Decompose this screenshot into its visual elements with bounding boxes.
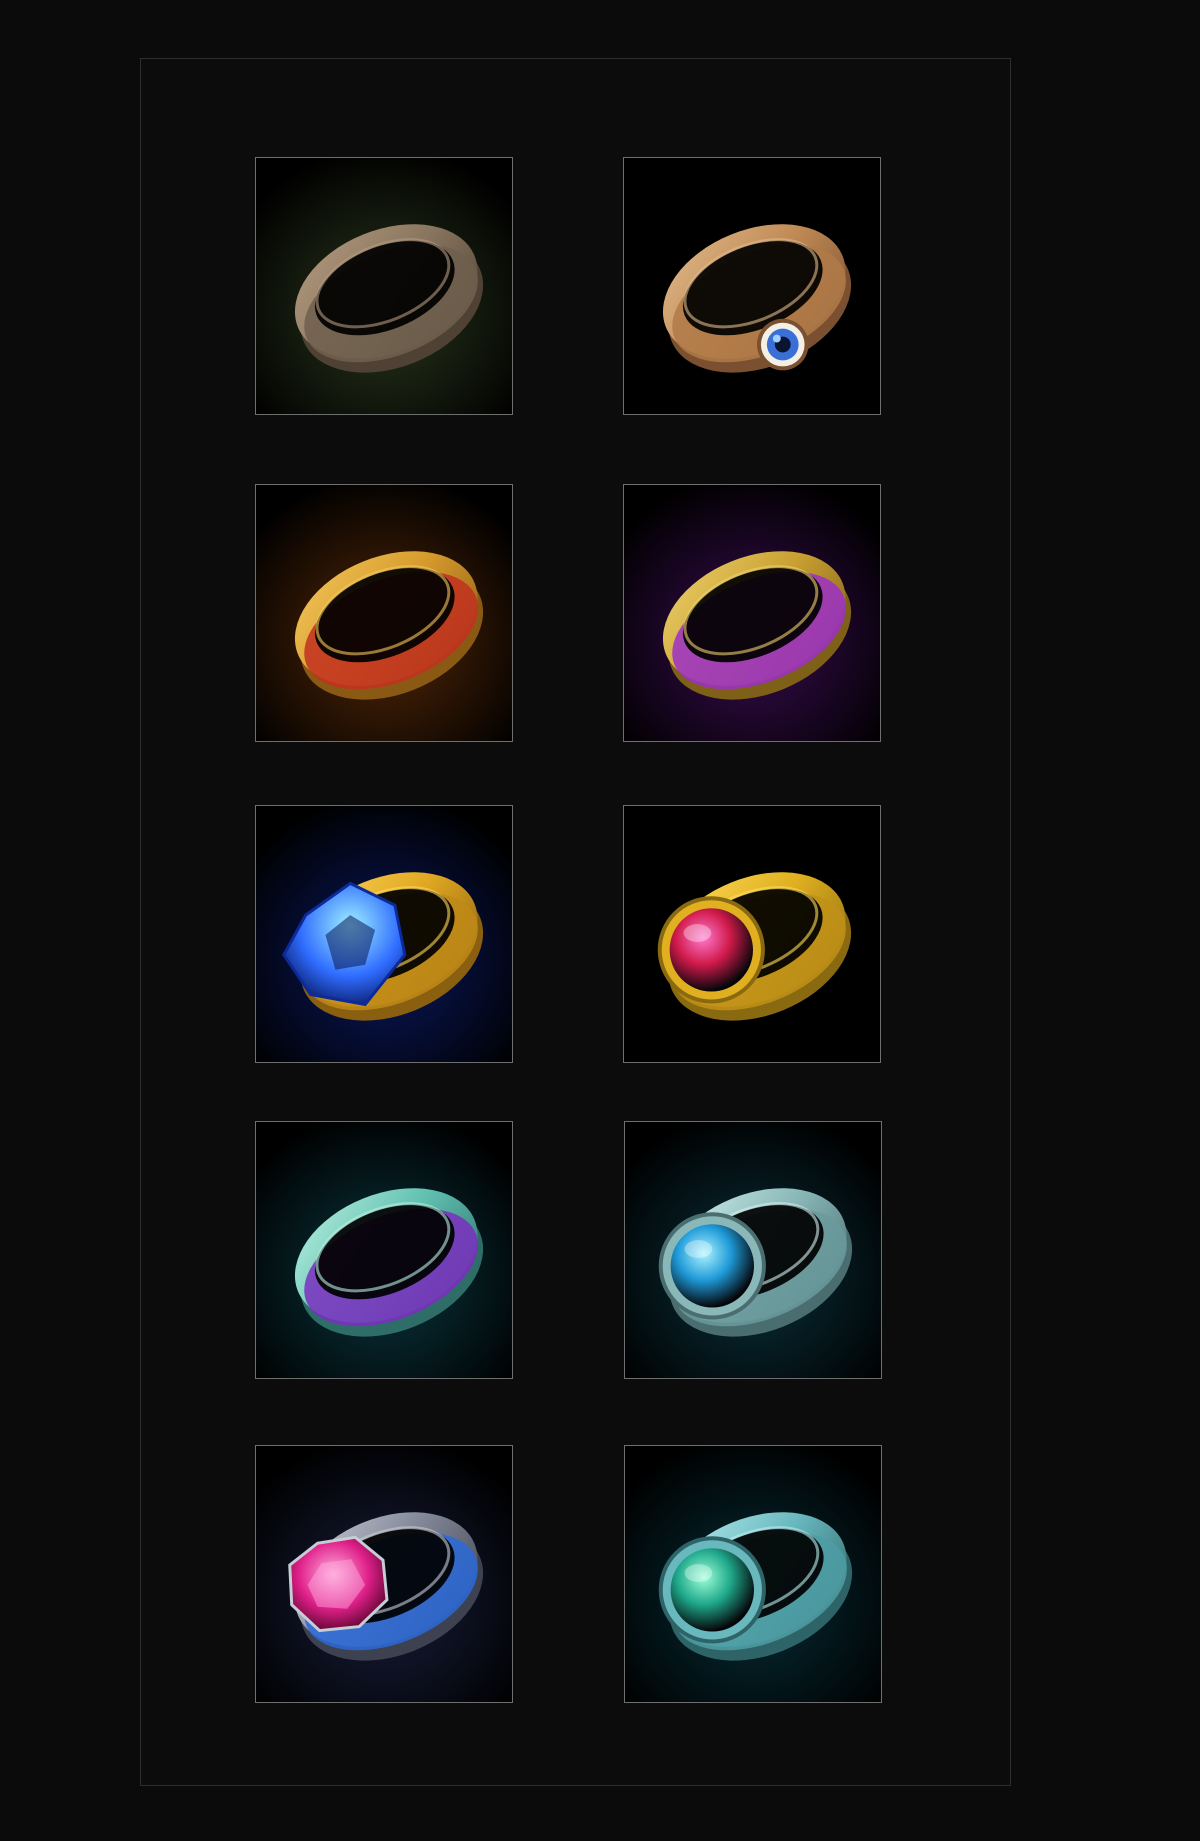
silver-aqua-gem-ring-icon <box>625 1122 881 1378</box>
bronze-plain-ring-icon <box>256 158 512 414</box>
gold-purple-inlay-ring-icon <box>624 485 880 741</box>
ring-slot-10[interactable] <box>624 1445 882 1703</box>
ring-slot-2[interactable] <box>623 157 881 415</box>
blue-crystal-ring-icon <box>256 806 512 1062</box>
ring-slot-9[interactable] <box>255 1445 513 1703</box>
ring-slot-8[interactable] <box>624 1121 882 1379</box>
ruby-orb-ring-icon <box>624 806 880 1062</box>
teal-green-orb-ring-icon <box>625 1446 881 1702</box>
ring-slot-7[interactable] <box>255 1121 513 1379</box>
inventory-panel <box>140 58 1011 1786</box>
ring-slot-6[interactable] <box>623 805 881 1063</box>
eye-gem-ring-icon <box>624 158 880 414</box>
gold-red-inlay-ring-icon <box>256 485 512 741</box>
ring-slot-1[interactable] <box>255 157 513 415</box>
ring-slot-3[interactable] <box>255 484 513 742</box>
teal-purple-inlay-ring-icon <box>256 1122 512 1378</box>
ring-slot-5[interactable] <box>255 805 513 1063</box>
silver-pink-diamond-ring-icon <box>256 1446 512 1702</box>
ring-slot-4[interactable] <box>623 484 881 742</box>
